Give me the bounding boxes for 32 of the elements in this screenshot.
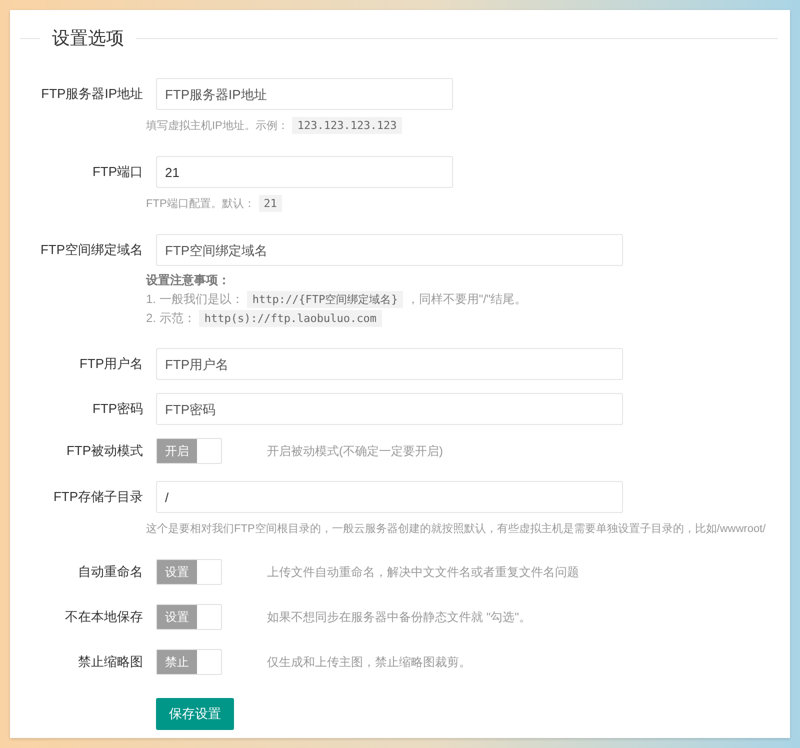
field-label: FTP存储子目录 <box>52 488 143 506</box>
input-field[interactable]: FTP密码 <box>156 393 623 425</box>
toggle-switch[interactable]: 禁止 <box>156 649 222 675</box>
field-label: FTP空间绑定域名 <box>39 241 143 259</box>
help-text: 填写虚拟主机IP地址。示例： 123.123.123.123 <box>146 116 778 136</box>
help-text: FTP端口配置。默认： 21 <box>146 194 778 214</box>
field-label: FTP服务器IP地址 <box>40 85 143 103</box>
field-label: 不在本地保存 <box>64 608 143 626</box>
input-field[interactable]: 21 <box>156 156 453 188</box>
switch-description: 如果不想同步在服务器中备份静态文件就 "勾选"。 <box>267 608 531 626</box>
input-field[interactable]: FTP用户名 <box>156 348 623 380</box>
note-line: 1. 一般我们是以： http://{FTP空间绑定域名} ，同样不要用"/"结尾。 <box>146 291 528 308</box>
section-title: 设置选项 <box>52 27 124 50</box>
field-label: 禁止缩略图 <box>77 653 143 671</box>
field-label: 自动重命名 <box>77 563 143 581</box>
toggle-switch[interactable]: 设置 <box>156 604 222 630</box>
toggle-switch[interactable]: 开启 <box>156 438 222 464</box>
switch-description: 上传文件自动重命名，解决中文文件名或者重复文件名问题 <box>267 564 579 580</box>
field-label: FTP密码 <box>91 400 143 418</box>
field-label: FTP端口 <box>91 163 143 181</box>
field-label: FTP被动模式 <box>65 442 143 460</box>
switch-description: 仅生成和上传主图，禁止缩略图裁剪。 <box>267 654 471 670</box>
notes-title: 设置注意事项： <box>146 272 231 289</box>
input-field[interactable]: FTP服务器IP地址 <box>156 78 453 110</box>
toggle-switch[interactable]: 设置 <box>156 559 222 585</box>
save-button[interactable]: 保存设置 <box>156 698 234 730</box>
input-field[interactable]: / <box>156 481 623 513</box>
input-field[interactable]: FTP空间绑定域名 <box>156 234 623 266</box>
field-label: FTP用户名 <box>78 355 143 373</box>
help-text: 这个是要相对我们FTP空间根目录的，一般云服务器创建的就按照默认，有些虚拟主机是需要单独设置子目录的，比如/wwwroot/ <box>146 522 767 537</box>
switch-description: 开启被动模式(不确定一定要开启) <box>267 442 443 460</box>
note-line: 2. 示范： http(s)://ftp.laobuluo.com <box>146 310 778 327</box>
